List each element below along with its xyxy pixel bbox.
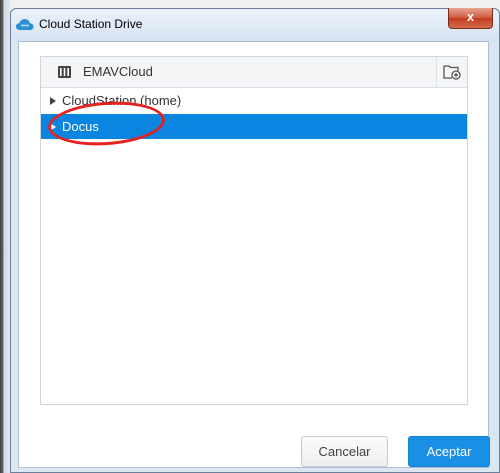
desktop-background-edge	[0, 0, 10, 473]
title-bar[interactable]: Cloud Station Drive x	[11, 8, 499, 41]
server-icon	[58, 66, 71, 78]
dialog-window: Cloud Station Drive x EMAVCloud CloudSta…	[10, 8, 500, 473]
server-name: EMAVCloud	[83, 64, 153, 79]
ok-button[interactable]: Aceptar	[408, 436, 490, 467]
dialog-content: EMAVCloud CloudStation (home) Docus Canc…	[18, 41, 490, 468]
cloud-icon	[16, 19, 34, 30]
close-icon: x	[466, 9, 475, 24]
folder-tree: EMAVCloud CloudStation (home) Docus	[40, 56, 468, 405]
tree-header: EMAVCloud	[41, 57, 467, 88]
close-button[interactable]: x	[448, 8, 493, 29]
new-folder-icon	[443, 65, 461, 80]
expand-arrow-icon[interactable]	[50, 97, 56, 105]
new-folder-button[interactable]	[436, 57, 467, 87]
cancel-button[interactable]: Cancelar	[301, 436, 388, 467]
window-title: Cloud Station Drive	[39, 17, 143, 31]
